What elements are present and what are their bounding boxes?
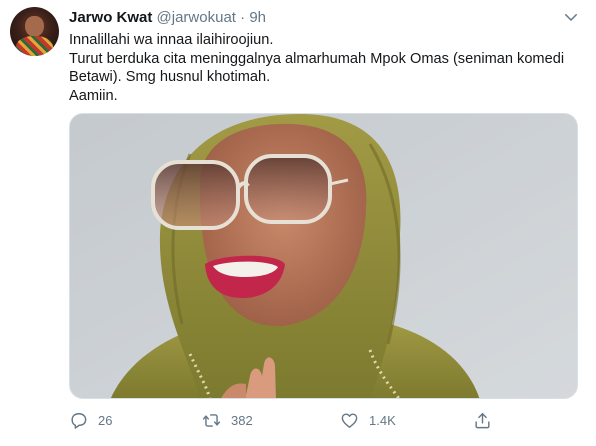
tweet-media-photo[interactable]: [69, 113, 578, 399]
chevron-down-icon[interactable]: [562, 8, 580, 26]
separator-dot: ·: [240, 9, 246, 26]
heart-icon: [341, 412, 358, 428]
tweet[interactable]: Jarwo Kwat @jarwokuat · 9h Innalillahi w…: [0, 0, 596, 446]
like-button[interactable]: 1.4K: [340, 408, 396, 432]
tweet-time[interactable]: 9h: [249, 9, 266, 26]
reply-button[interactable]: 26: [69, 408, 112, 432]
tweet-actions: 26 382 1.4K: [69, 408, 509, 432]
share-button[interactable]: [473, 408, 502, 432]
tweet-text-line: Turut berduka cita meninggalnya almarhum…: [69, 50, 565, 86]
retweet-count: 382: [231, 412, 253, 428]
tweet-text-line: Innalillahi wa innaa ilaihiroojiun.: [69, 32, 274, 48]
retweet-icon: [202, 413, 221, 427]
photo-illustration: [70, 114, 577, 398]
retweet-button[interactable]: 382: [202, 408, 253, 432]
reply-count: 26: [98, 412, 113, 428]
author-name[interactable]: Jarwo Kwat: [69, 9, 152, 26]
tweet-text: Innalillahi wa innaa ilaihiroojiun. Turu…: [69, 31, 584, 105]
like-count: 1.4K: [369, 412, 396, 428]
author-handle[interactable]: @jarwokuat: [157, 9, 236, 26]
avatar-body: [16, 36, 53, 56]
avatar-face: [25, 16, 44, 37]
tweet-text-line: Aamiin.: [69, 87, 118, 104]
reply-icon: [71, 412, 87, 429]
share-icon: [475, 412, 490, 428]
avatar[interactable]: [10, 7, 59, 56]
tweet-header: Jarwo Kwat @jarwokuat · 9h: [69, 9, 266, 27]
